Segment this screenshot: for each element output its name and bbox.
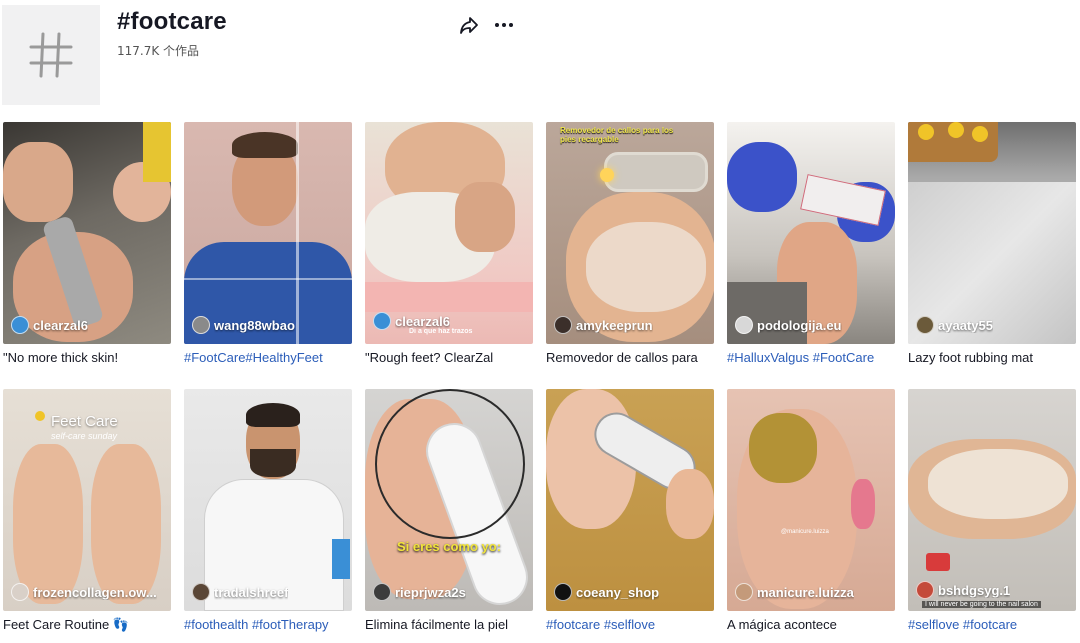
video-caption[interactable]: #HalluxValgus #FootCare [727, 350, 895, 366]
cart-icon [926, 553, 950, 571]
author-name: clearzal6 [395, 313, 450, 329]
video-caption[interactable]: #foothealth #footTherapy [184, 617, 352, 633]
author-name: rieprjwza2s [395, 584, 466, 600]
ellipsis-icon [495, 23, 513, 27]
avatar [373, 583, 391, 601]
video-card[interactable]: wang88wbao #FootCare#HealthyFeet [184, 122, 352, 366]
avatar [735, 316, 753, 334]
video-card[interactable]: Feet Care self-care sunday frozencollage… [3, 389, 171, 633]
video-thumbnail[interactable]: podologija.eu [727, 122, 895, 344]
avatar [554, 583, 572, 601]
avatar [554, 316, 572, 334]
video-thumbnail[interactable]: Removedor de callos para los pies recarg… [546, 122, 714, 344]
video-caption[interactable]: #footcare #selflove [546, 617, 714, 633]
video-card[interactable]: ayaaty55 Lazy foot rubbing mat [908, 122, 1076, 366]
avatar [735, 583, 753, 601]
video-card[interactable]: tradalshreef #foothealth #footTherapy [184, 389, 352, 633]
hashtag-avatar [2, 5, 100, 105]
video-caption[interactable]: Feet Care Routine 👣 [3, 617, 171, 633]
author-tag[interactable]: frozencollagen.ow... [11, 583, 157, 601]
video-caption[interactable]: Removedor de callos para [546, 350, 714, 366]
video-thumbnail[interactable]: wang88wbao [184, 122, 352, 344]
video-card[interactable]: coeany_shop #footcare #selflove [546, 389, 714, 633]
overlay-caption: Removedor de callos para los pies recarg… [560, 126, 674, 144]
page-title: #footcare [117, 8, 227, 35]
video-card[interactable]: Removedor de callos para los pies recarg… [546, 122, 714, 366]
video-caption[interactable]: "No more thick skin! [3, 350, 171, 366]
author-tag[interactable]: podologija.eu [735, 316, 842, 334]
author-tag[interactable]: tradalshreef [192, 583, 288, 601]
author-name: coeany_shop [576, 584, 660, 600]
avatar [373, 312, 391, 330]
author-tag[interactable]: clearzal6 [373, 312, 450, 330]
author-name: ayaaty55 [938, 317, 993, 333]
overlay-title: Si eres como yo: [397, 539, 502, 554]
author-name: amykeeprun [576, 317, 653, 333]
video-thumbnail[interactable]: Feet Care self-care sunday frozencollage… [3, 389, 171, 611]
more-options-button[interactable] [492, 14, 516, 36]
author-name: tradalshreef [214, 584, 289, 600]
sparkle-icon [35, 411, 45, 421]
video-card[interactable]: clearzal6 "No more thick skin! [3, 122, 171, 366]
author-tag[interactable]: ayaaty55 [916, 316, 993, 334]
author-tag[interactable]: rieprjwza2s [373, 583, 466, 601]
video-caption[interactable]: Lazy foot rubbing mat [908, 350, 1076, 366]
overlay-title: Feet Care [51, 413, 118, 430]
video-caption[interactable]: #FootCare#HealthyFeet [184, 350, 352, 366]
avatar [192, 316, 210, 334]
video-caption[interactable]: A mágica acontece [727, 617, 895, 633]
author-name: bshdgsyg.1 [938, 582, 1011, 598]
author-tag[interactable]: clearzal6 [11, 316, 88, 334]
video-thumbnail[interactable]: @manicure.luizza manicure.luizza [727, 389, 895, 611]
video-thumbnail[interactable]: Si eres como yo: rieprjwza2s [365, 389, 533, 611]
video-thumbnail[interactable]: coeany_shop [546, 389, 714, 611]
video-caption[interactable]: Elimina fácilmente la piel [365, 617, 533, 633]
video-card[interactable]: @manicure.luizza manicure.luizza A mágic… [727, 389, 895, 633]
video-thumbnail[interactable]: clearzal6 [3, 122, 171, 344]
video-caption[interactable]: #selflove #footcare [908, 617, 1076, 633]
video-thumbnail[interactable]: Di a que haz trazos clearzal6 [365, 122, 533, 344]
author-name: wang88wbao [214, 317, 295, 333]
share-button[interactable] [458, 14, 480, 36]
video-caption[interactable]: "Rough feet? ClearZal [365, 350, 533, 366]
author-name: manicure.luizza [757, 584, 854, 600]
share-icon [460, 17, 478, 34]
author-tag[interactable]: coeany_shop [554, 583, 659, 601]
overlay-caption: I will never be going to the nail salon [922, 601, 1041, 608]
video-thumbnail[interactable]: tradalshreef [184, 389, 352, 611]
author-tag[interactable]: wang88wbao [192, 316, 295, 334]
avatar [916, 316, 934, 334]
author-name: podologija.eu [757, 317, 842, 333]
avatar [192, 583, 210, 601]
author-tag[interactable]: bshdgsyg.1 [916, 581, 1010, 599]
video-card[interactable]: Si eres como yo: rieprjwza2s Elimina fác… [365, 389, 533, 633]
avatar [916, 581, 934, 599]
author-tag[interactable]: manicure.luizza [735, 583, 854, 601]
overlay-subtitle: self-care sunday [51, 431, 118, 441]
video-card[interactable]: I will never be going to the nail salon … [908, 389, 1076, 633]
author-name: frozencollagen.ow... [33, 584, 157, 600]
video-thumbnail[interactable]: ayaaty55 [908, 122, 1076, 344]
author-tag[interactable]: amykeeprun [554, 316, 653, 334]
video-card[interactable]: Di a que haz trazos clearzal6 "Rough fee… [365, 122, 533, 366]
avatar [11, 316, 29, 334]
avatar [11, 583, 29, 601]
author-name: clearzal6 [33, 317, 88, 333]
hashtag-icon [29, 32, 73, 78]
video-count: 117.7K 个作品 [117, 44, 200, 58]
video-thumbnail[interactable]: I will never be going to the nail salon … [908, 389, 1076, 611]
overlay-caption: @manicure.luizza [781, 529, 829, 535]
video-card[interactable]: podologija.eu #HalluxValgus #FootCare [727, 122, 895, 366]
